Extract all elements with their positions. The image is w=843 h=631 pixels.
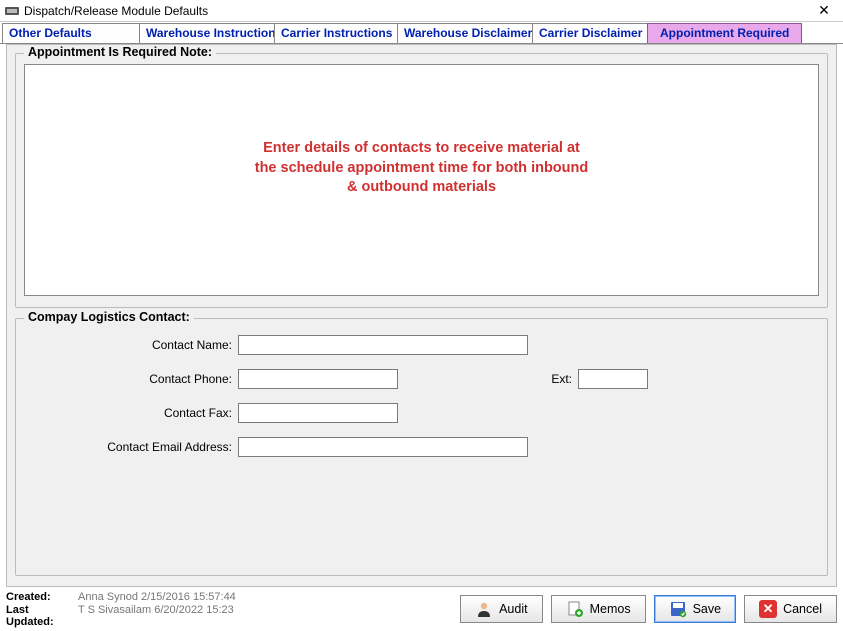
- button-bar: Audit Memos Save ✕ Cancel: [460, 595, 837, 623]
- person-icon: [475, 600, 493, 618]
- tab-other-defaults[interactable]: Other Defaults: [2, 23, 140, 43]
- group-logistics-contact-legend: Compay Logistics Contact:: [24, 310, 194, 324]
- tab-carrier-disclaimer[interactable]: Carrier Disclaimer: [532, 23, 648, 43]
- group-appointment-note-legend: Appointment Is Required Note:: [24, 45, 216, 59]
- contact-email-label: Contact Email Address:: [28, 440, 238, 454]
- close-icon[interactable]: ✕: [809, 2, 839, 19]
- created-label: Created:: [6, 591, 78, 603]
- tab-warehouse-instructions[interactable]: Warehouse Instructions: [139, 23, 275, 43]
- cancel-icon: ✕: [759, 600, 777, 618]
- contact-phone-label: Contact Phone:: [28, 372, 238, 386]
- tab-warehouse-disclaimer[interactable]: Warehouse Disclaimer: [397, 23, 533, 43]
- contact-name-label: Contact Name:: [28, 338, 238, 352]
- window-title: Dispatch/Release Module Defaults: [24, 4, 809, 18]
- audit-button-label: Audit: [499, 602, 528, 616]
- cancel-button[interactable]: ✕ Cancel: [744, 595, 837, 623]
- audit-button[interactable]: Audit: [460, 595, 543, 623]
- created-value: Anna Synod 2/15/2016 15:57:44: [78, 591, 236, 603]
- memo-icon: [566, 600, 584, 618]
- client-area: Appointment Is Required Note: Enter deta…: [6, 44, 837, 587]
- app-icon: [4, 3, 20, 19]
- memos-button[interactable]: Memos: [551, 595, 646, 623]
- contact-phone-input[interactable]: [238, 369, 398, 389]
- contact-fax-input[interactable]: [238, 403, 398, 423]
- cancel-button-label: Cancel: [783, 602, 822, 616]
- contact-ext-label: Ext:: [538, 372, 578, 386]
- contact-name-input[interactable]: [238, 335, 528, 355]
- tab-appointment-required[interactable]: Appointment Required: [647, 23, 802, 43]
- updated-label: Last Updated:: [6, 604, 78, 628]
- updated-value: T S Sivasailam 6/20/2022 15:23: [78, 604, 236, 628]
- memos-button-label: Memos: [590, 602, 631, 616]
- status-left: Created: Anna Synod 2/15/2016 15:57:44 L…: [6, 591, 236, 628]
- save-button-label: Save: [693, 602, 722, 616]
- status-bar: Created: Anna Synod 2/15/2016 15:57:44 L…: [6, 591, 837, 627]
- contact-ext-input[interactable]: [578, 369, 648, 389]
- tab-carrier-instructions[interactable]: Carrier Instructions: [274, 23, 398, 43]
- group-appointment-note: Appointment Is Required Note: Enter deta…: [15, 53, 828, 308]
- contact-email-input[interactable]: [238, 437, 528, 457]
- title-bar: Dispatch/Release Module Defaults ✕: [0, 0, 843, 22]
- save-icon: [669, 600, 687, 618]
- tab-strip: Other Defaults Warehouse Instructions Ca…: [0, 22, 843, 44]
- appointment-note-textarea[interactable]: [24, 64, 819, 296]
- contact-fax-label: Contact Fax:: [28, 406, 238, 420]
- group-logistics-contact: Compay Logistics Contact: Contact Name: …: [15, 318, 828, 576]
- save-button[interactable]: Save: [654, 595, 737, 623]
